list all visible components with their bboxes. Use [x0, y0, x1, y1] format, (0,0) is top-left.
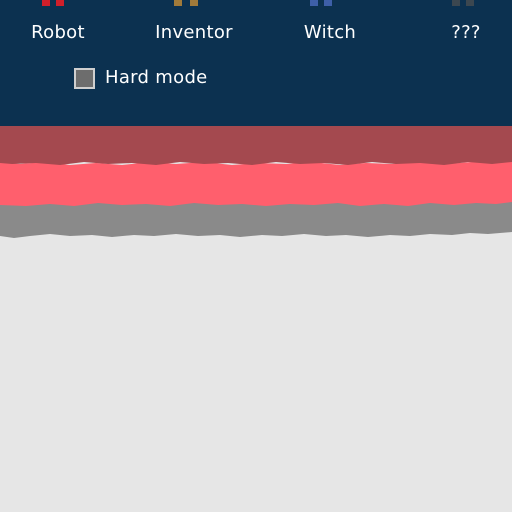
hard-mode-checkbox[interactable] — [74, 67, 95, 89]
character-label-inventor[interactable]: Inventor — [155, 22, 233, 44]
inventor-sprite-icon[interactable] — [174, 0, 204, 8]
witch-sprite-icon[interactable] — [310, 0, 340, 8]
character-label-robot[interactable]: Robot — [31, 22, 85, 44]
character-label-mystery[interactable]: ??? — [451, 22, 481, 44]
hard-mode-label: Hard mode — [105, 67, 208, 88]
character-select-panel: Robot Inventor Witch ??? Hard mode — [0, 0, 512, 126]
game-screen: Robot Inventor Witch ??? Hard mode — [0, 0, 512, 512]
stripe-red — [0, 161, 512, 206]
stripe-dark-red — [0, 126, 512, 165]
character-label-witch[interactable]: Witch — [304, 22, 356, 44]
robot-sprite-icon[interactable] — [42, 0, 72, 8]
mystery-sprite-icon[interactable] — [452, 0, 482, 8]
torn-stripes-decoration — [0, 126, 512, 238]
hard-mode-toggle[interactable]: Hard mode — [74, 67, 208, 89]
